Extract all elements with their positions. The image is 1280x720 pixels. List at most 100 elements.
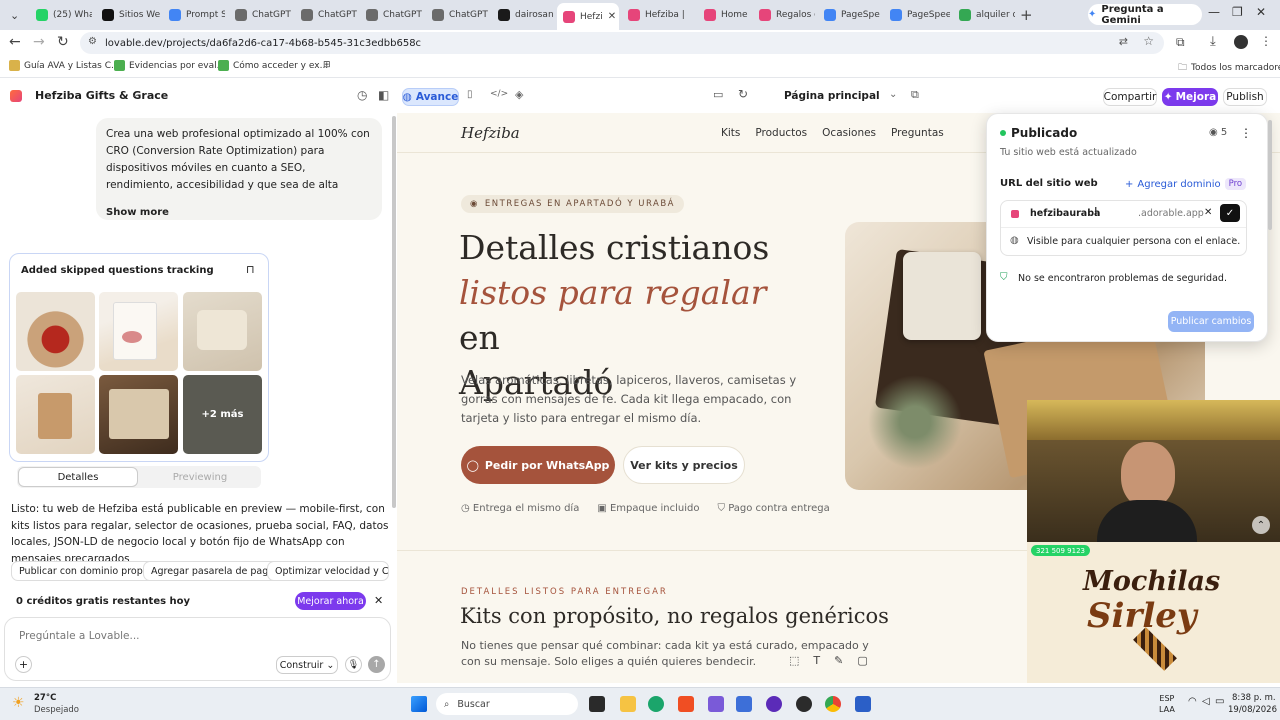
bookmark-star-icon[interactable]: ☆ <box>1143 34 1154 48</box>
clock-time[interactable]: 8:38 p. m. <box>1232 693 1276 703</box>
more-options-icon[interactable]: ⋮ <box>1240 126 1252 140</box>
bookmark-item[interactable]: Cómo acceder y ex... <box>218 60 328 71</box>
panel-scrollbar[interactable] <box>1268 120 1272 230</box>
microphone-icon[interactable]: 🎙 <box>345 656 362 673</box>
refresh-preview-icon[interactable]: ↻ <box>738 87 748 101</box>
browser-tab[interactable]: Regalos c <box>753 4 815 26</box>
chevron-right-icon[interactable]: › <box>1231 234 1235 245</box>
extensions-icon[interactable]: ⧉ <box>1176 35 1185 50</box>
sidebar-toggle-icon[interactable]: ◧ <box>378 88 389 102</box>
weather-temp[interactable]: 27°C <box>34 693 56 703</box>
comment-tool-icon[interactable]: ▢ <box>857 654 867 667</box>
clock-date[interactable]: 19/08/2026 <box>1228 705 1277 715</box>
build-mode-selector[interactable]: Construir ⌄ <box>276 656 338 674</box>
browser-tab[interactable]: PageSpee <box>818 4 880 26</box>
more-images-tile[interactable]: +2 más <box>183 375 262 454</box>
site-info-icon[interactable]: ⚙ <box>88 36 97 47</box>
image-thumbnail[interactable] <box>99 292 178 371</box>
tab-search-icon[interactable]: ⌄ <box>4 4 24 26</box>
browser-tab[interactable]: (25) Wha <box>30 4 92 26</box>
lovable-logo-icon[interactable] <box>10 90 22 102</box>
minimize-button[interactable]: — <box>1208 5 1220 19</box>
page-selector[interactable]: Página principal <box>784 90 880 102</box>
edit-tool-icon[interactable]: ✎ <box>834 654 843 667</box>
chrome-icon[interactable] <box>825 696 841 712</box>
add-attachment-icon[interactable]: + <box>15 656 32 673</box>
browser-tab[interactable]: ChatGPT <box>360 4 422 26</box>
project-name[interactable]: Hefziba Gifts & Grace <box>35 89 168 102</box>
battery-icon[interactable]: ▭ <box>1215 696 1224 707</box>
scroll-up-icon[interactable]: ⌃ <box>1252 516 1270 534</box>
chat-input-box[interactable]: Pregúntale a Lovable... + Construir ⌄ 🎙 ↑ <box>4 617 391 681</box>
app-icon[interactable] <box>766 696 782 712</box>
image-thumbnail[interactable] <box>183 292 262 371</box>
url-bar[interactable]: ⚙ lovable.dev/projects/da6fa2d6-ca17-4b6… <box>80 32 1164 54</box>
bookmark-icon[interactable]: ⊓ <box>246 263 255 276</box>
suggestion-chip[interactable]: Agregar pasarela de pago <box>143 561 283 581</box>
subdomain-input[interactable]: hefzibauraba <box>1030 208 1100 219</box>
lang-indicator[interactable]: ESP LAA <box>1159 693 1175 715</box>
change-card[interactable]: Added skipped questions tracking ⊓ +2 má… <box>9 253 269 462</box>
new-tab-button[interactable]: + <box>1020 6 1033 24</box>
suggestion-chip[interactable]: Publicar con dominio propio <box>11 561 160 581</box>
send-icon[interactable]: ↑ <box>368 656 385 673</box>
word-icon[interactable] <box>855 696 871 712</box>
view-kits-button[interactable]: Ver kits y precios <box>623 446 745 484</box>
browser-tab[interactable]: ChatGPT <box>295 4 357 26</box>
history-icon[interactable]: ◷ <box>357 88 367 102</box>
add-domain-button[interactable]: + Agregar dominio Pro <box>1125 178 1247 190</box>
close-window-button[interactable]: ✕ <box>1256 5 1266 19</box>
browser-tab[interactable]: PageSpee <box>884 4 950 26</box>
site-brand[interactable]: Hefziba <box>461 124 520 142</box>
device-icon[interactable]: ▭ <box>713 88 723 101</box>
browser-tab[interactable]: Hefziba | <box>622 4 694 26</box>
mode-avance-button[interactable]: ◍ Avance <box>402 88 459 106</box>
code-icon[interactable]: </> <box>490 89 508 99</box>
confirm-button[interactable]: ✓ <box>1220 204 1240 222</box>
browser-tab[interactable]: Hefzi ✕ <box>557 3 619 30</box>
profile-avatar[interactable] <box>1234 35 1248 49</box>
browser-tab[interactable]: ChatGPT <box>229 4 291 26</box>
start-icon[interactable] <box>411 696 427 712</box>
chevron-down-icon[interactable]: ⌄ <box>889 89 897 100</box>
show-more-link[interactable]: Show more <box>106 204 372 221</box>
browser-menu-icon[interactable]: ⋮ <box>1260 34 1272 48</box>
download-icon[interactable]: ⤓ <box>1210 34 1216 49</box>
publish-changes-button[interactable]: Publicar cambios <box>1168 311 1254 332</box>
upgrade-now-button[interactable]: Mejorar ahora <box>295 592 366 610</box>
chat-input[interactable]: Pregúntale a Lovable... <box>19 630 140 642</box>
translate-icon[interactable]: ⇄ <box>1119 35 1128 48</box>
previewing-tab[interactable]: Previewing <box>141 467 259 487</box>
share-button[interactable]: Compartir <box>1103 88 1157 106</box>
app-icon[interactable] <box>796 696 812 712</box>
image-thumbnail[interactable] <box>99 375 178 454</box>
whatsapp-cta-button[interactable]: ◯ Pedir por WhatsApp <box>461 446 615 484</box>
volume-icon[interactable]: ◁ <box>1202 696 1210 707</box>
suggestion-chip[interactable]: Optimizar velocidad y Core <box>267 561 389 581</box>
chevron-down-icon[interactable]: ⌄ <box>131 89 139 100</box>
restore-button[interactable]: ❐ <box>1232 5 1243 19</box>
select-tool-icon[interactable]: ⬚ <box>789 654 799 667</box>
file-explorer-icon[interactable] <box>620 696 636 712</box>
publish-button[interactable]: Publish <box>1223 88 1267 106</box>
wifi-icon[interactable]: ◠ <box>1188 696 1197 707</box>
forward-icon[interactable]: → <box>33 34 45 50</box>
back-icon[interactable]: ← <box>9 34 21 50</box>
details-tab[interactable]: Detalles <box>18 467 138 487</box>
image-thumbnail[interactable] <box>16 375 95 454</box>
clear-icon[interactable]: ✕ <box>1204 207 1212 218</box>
task-view-icon[interactable] <box>589 696 605 712</box>
gemini-button[interactable]: ✦ Pregunta a Gemini <box>1088 4 1202 26</box>
brave-icon[interactable] <box>678 696 694 712</box>
browser-tab[interactable]: dairosan <box>492 4 554 26</box>
chat-scrollbar[interactable] <box>392 116 396 508</box>
browser-tab[interactable]: Prompt S <box>163 4 225 26</box>
all-bookmarks[interactable]: 🗀 Todos los marcadores <box>1178 60 1280 76</box>
nav-productos[interactable]: Productos <box>755 127 807 139</box>
browser-tab[interactable]: alquiler d <box>953 4 1015 26</box>
app-icon[interactable] <box>736 696 752 712</box>
bookmark-item[interactable]: Guía AVA y Listas C... <box>9 60 120 71</box>
text-tool-icon[interactable]: T <box>813 654 820 667</box>
reload-icon[interactable]: ↻ <box>57 34 69 50</box>
nav-preguntas[interactable]: Preguntas <box>891 127 944 139</box>
